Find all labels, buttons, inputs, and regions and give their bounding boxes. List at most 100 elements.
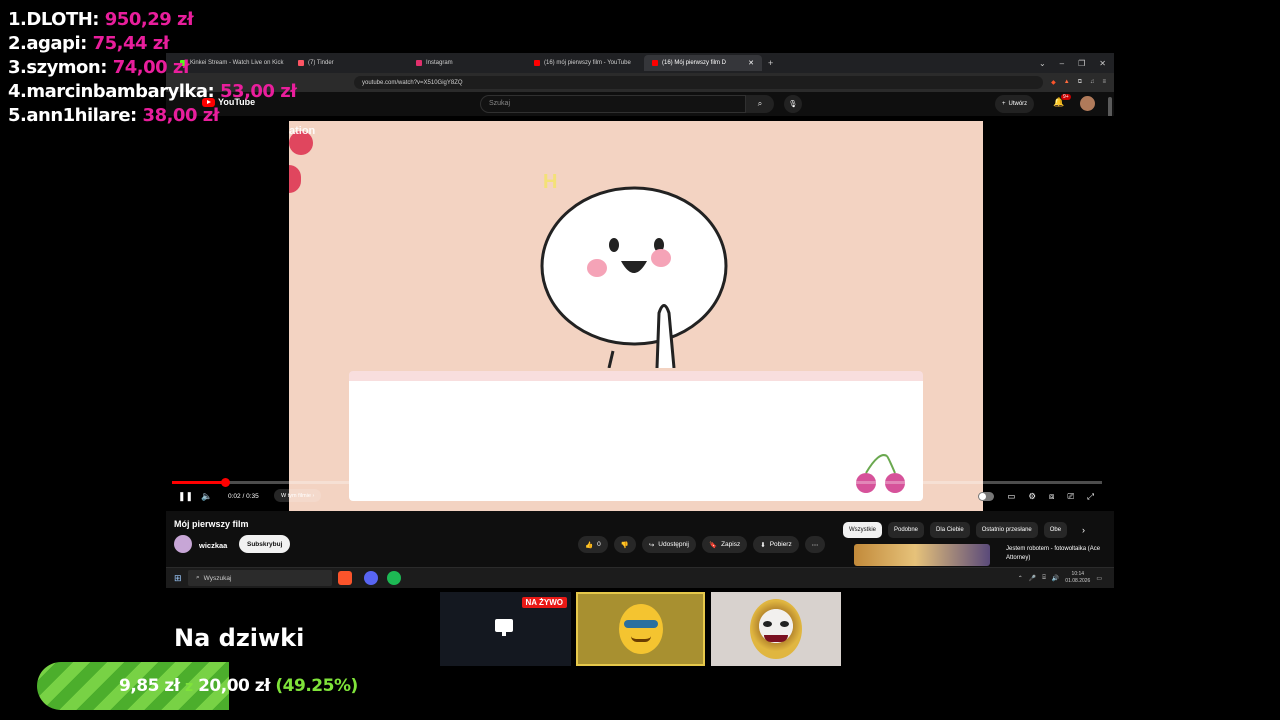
taskbar-search[interactable]: ⌕ Wyszukaj — [188, 570, 332, 586]
thumbs-down-icon: 👎 — [620, 541, 629, 549]
emote-thumbnail — [576, 592, 705, 666]
download-icon: ⬇ — [760, 541, 766, 549]
search-input[interactable]: Szukaj — [480, 95, 746, 113]
volume-icon[interactable]: 🔊 — [1052, 575, 1059, 582]
create-label: Utwórz — [1008, 101, 1028, 107]
settings-gear-icon[interactable]: ⚙ — [1028, 491, 1036, 502]
instagram-icon — [416, 60, 422, 66]
chip-similar[interactable]: Podobne — [888, 522, 925, 538]
autoplay-toggle[interactable] — [978, 492, 995, 501]
cast-icon[interactable]: ⎚ — [1067, 491, 1074, 502]
youtube-icon — [652, 60, 658, 66]
leaderboard-row: 5.ann1hilare: 38,00 zł — [8, 104, 296, 128]
menu-icon[interactable]: ≡ — [1102, 79, 1106, 86]
video-player[interactable]: ation H ❚❚ 🔈 0:02 / 0:35 W tym filmie › … — [166, 116, 1114, 511]
restore-icon[interactable]: ❐ — [1078, 59, 1085, 68]
spotify-app-icon[interactable] — [387, 571, 401, 585]
browser-toolbar-icons: ◆ ▲ ⧉ ♫ ≡ — [1051, 79, 1106, 86]
leaderboard-amount: 75,44 zł — [92, 33, 170, 54]
avatar[interactable] — [1080, 96, 1095, 111]
tab-label: (7) Tinder — [308, 60, 334, 66]
more-button[interactable]: ⋯ — [804, 536, 826, 553]
pause-icon[interactable]: ❚❚ — [178, 491, 193, 502]
tab-youtube-active[interactable]: (16) Mój pierwszy film D ✕ — [644, 55, 762, 71]
recommended-title[interactable]: Jestem robotem - fotowoltaika (Ace Attor… — [1006, 545, 1106, 563]
system-tray: ⌃ 🎤 ⌸ 🔊 10:14 01.08.2026 ▭ — [1018, 571, 1102, 585]
subscribe-button[interactable]: Subskrybuj — [239, 535, 291, 553]
leaderboard-rank: 3. — [8, 57, 27, 78]
notification-icon[interactable]: ▭ — [1096, 575, 1102, 582]
donation-goal-bar: 9,85 zł z 20,00 zł (49.25%) — [37, 662, 367, 710]
close-window-icon[interactable]: ✕ — [1099, 59, 1106, 68]
leaderboard-amount: 950,29 zł — [104, 9, 194, 30]
leaderboard-amount: 38,00 zł — [142, 105, 220, 126]
discord-app-icon[interactable] — [364, 571, 378, 585]
goal-separator: z — [185, 679, 193, 695]
leaderboard-row: 1.DLOTH: 950,29 zł — [8, 8, 296, 32]
microphone-icon[interactable]: 🎤 — [1029, 575, 1036, 582]
share-label: Udostępnij — [658, 541, 689, 548]
notification-badge: 9+ — [1061, 94, 1071, 100]
windows-start-icon[interactable]: ⊞ — [174, 573, 182, 584]
tab-instagram[interactable]: Instagram — [408, 55, 526, 71]
leaderboard-row: 3.szymon: 74,00 zł — [8, 56, 296, 80]
search-button[interactable]: ⌕ — [746, 95, 774, 113]
chip-for-you[interactable]: Dla Ciebie — [930, 522, 970, 538]
miniplayer-icon[interactable]: ⧈ — [1049, 491, 1054, 502]
clock-date: 01.08.2026 — [1065, 578, 1091, 584]
search-icon: ⌕ — [196, 574, 200, 581]
time-readout: 0:02 / 0:35 — [228, 493, 259, 500]
search-icon: ⌕ — [757, 99, 763, 108]
leaderboard-name: ann1hilare: — [26, 105, 137, 126]
chevron-up-icon[interactable]: ⌃ — [1018, 575, 1023, 582]
channel-avatar[interactable] — [174, 535, 192, 553]
tab-tinder[interactable]: (7) Tinder — [290, 55, 408, 71]
voice-search-button[interactable]: 🎙 — [784, 95, 802, 113]
volume-icon[interactable]: 🔈 — [201, 491, 212, 502]
minimize-icon[interactable]: – — [1060, 59, 1064, 68]
new-tab-button[interactable]: + — [768, 58, 773, 68]
network-icon[interactable]: ⌸ — [1042, 575, 1046, 582]
tab-label: (16) mój pierwszy film - YouTube — [544, 60, 631, 66]
clock-time: 10:14 — [1071, 571, 1085, 577]
chip-all[interactable]: Wszystkie — [843, 522, 882, 538]
rewards-icon[interactable]: ▲ — [1064, 79, 1070, 86]
leaderboard-rank: 1. — [8, 9, 27, 30]
brave-shield-icon[interactable]: ◆ — [1051, 79, 1056, 86]
like-button[interactable]: 👍 0 — [578, 536, 608, 553]
chip-watched[interactable]: Obe — [1043, 522, 1068, 538]
tab-youtube[interactable]: (16) mój pierwszy film - YouTube — [526, 55, 644, 71]
fullscreen-icon[interactable]: ⤢ — [1087, 491, 1094, 502]
youtube-icon — [534, 60, 540, 66]
bookmark-icon: 🔖 — [708, 541, 718, 549]
chapter-label: W tym filmie — [281, 492, 311, 499]
recommended-thumbnail[interactable] — [854, 544, 990, 566]
url-field[interactable]: youtube.com/watch?v=X510GigY8ZQ — [354, 76, 1044, 89]
chip-recent[interactable]: Ostatnio przesłane — [975, 522, 1038, 538]
video-title: Mój pierwszy film — [174, 519, 249, 529]
subtitles-icon[interactable]: ▭ — [1007, 491, 1015, 502]
progress-bar[interactable] — [172, 478, 1102, 487]
dislike-button[interactable]: 👎 — [613, 536, 636, 553]
donation-leaderboard: 1.DLOTH: 950,29 zł 2.agapi: 75,44 zł 3.s… — [8, 8, 297, 128]
tab-bar: Kinkei Stream - Watch Live on Kick (7) T… — [166, 53, 1114, 73]
goal-target: 20,00 zł — [198, 676, 270, 696]
taskbar: ⊞ ⌕ Wyszukaj ⌃ 🎤 ⌸ 🔊 10:14 01.08.2026 ▭ — [166, 567, 1114, 588]
progress-handle[interactable] — [221, 478, 230, 487]
brave-app-icon[interactable] — [338, 571, 352, 585]
video-content: ation H — [289, 121, 983, 511]
chevron-down-icon[interactable]: ⌄ — [1039, 59, 1046, 68]
chevron-right-icon[interactable]: › — [1082, 525, 1085, 535]
extensions-icon[interactable]: ⧉ — [1078, 79, 1082, 86]
create-button[interactable]: + Utwórz — [995, 95, 1035, 113]
download-button[interactable]: ⬇ Pobierz — [753, 536, 799, 553]
chapter-button[interactable]: W tym filmie › — [274, 489, 322, 502]
share-button[interactable]: ↪ Udostępnij — [641, 536, 696, 553]
save-button[interactable]: 🔖 Zapisz — [701, 536, 748, 553]
leaderboard-name: agapi: — [26, 33, 87, 54]
playlist-icon[interactable]: ♫ — [1090, 79, 1095, 86]
clock[interactable]: 10:14 01.08.2026 — [1065, 571, 1090, 585]
close-icon[interactable]: ✕ — [748, 59, 754, 67]
taskbar-search-placeholder: Wyszukaj — [203, 574, 232, 582]
channel-name[interactable]: wiczkaa — [199, 541, 227, 550]
